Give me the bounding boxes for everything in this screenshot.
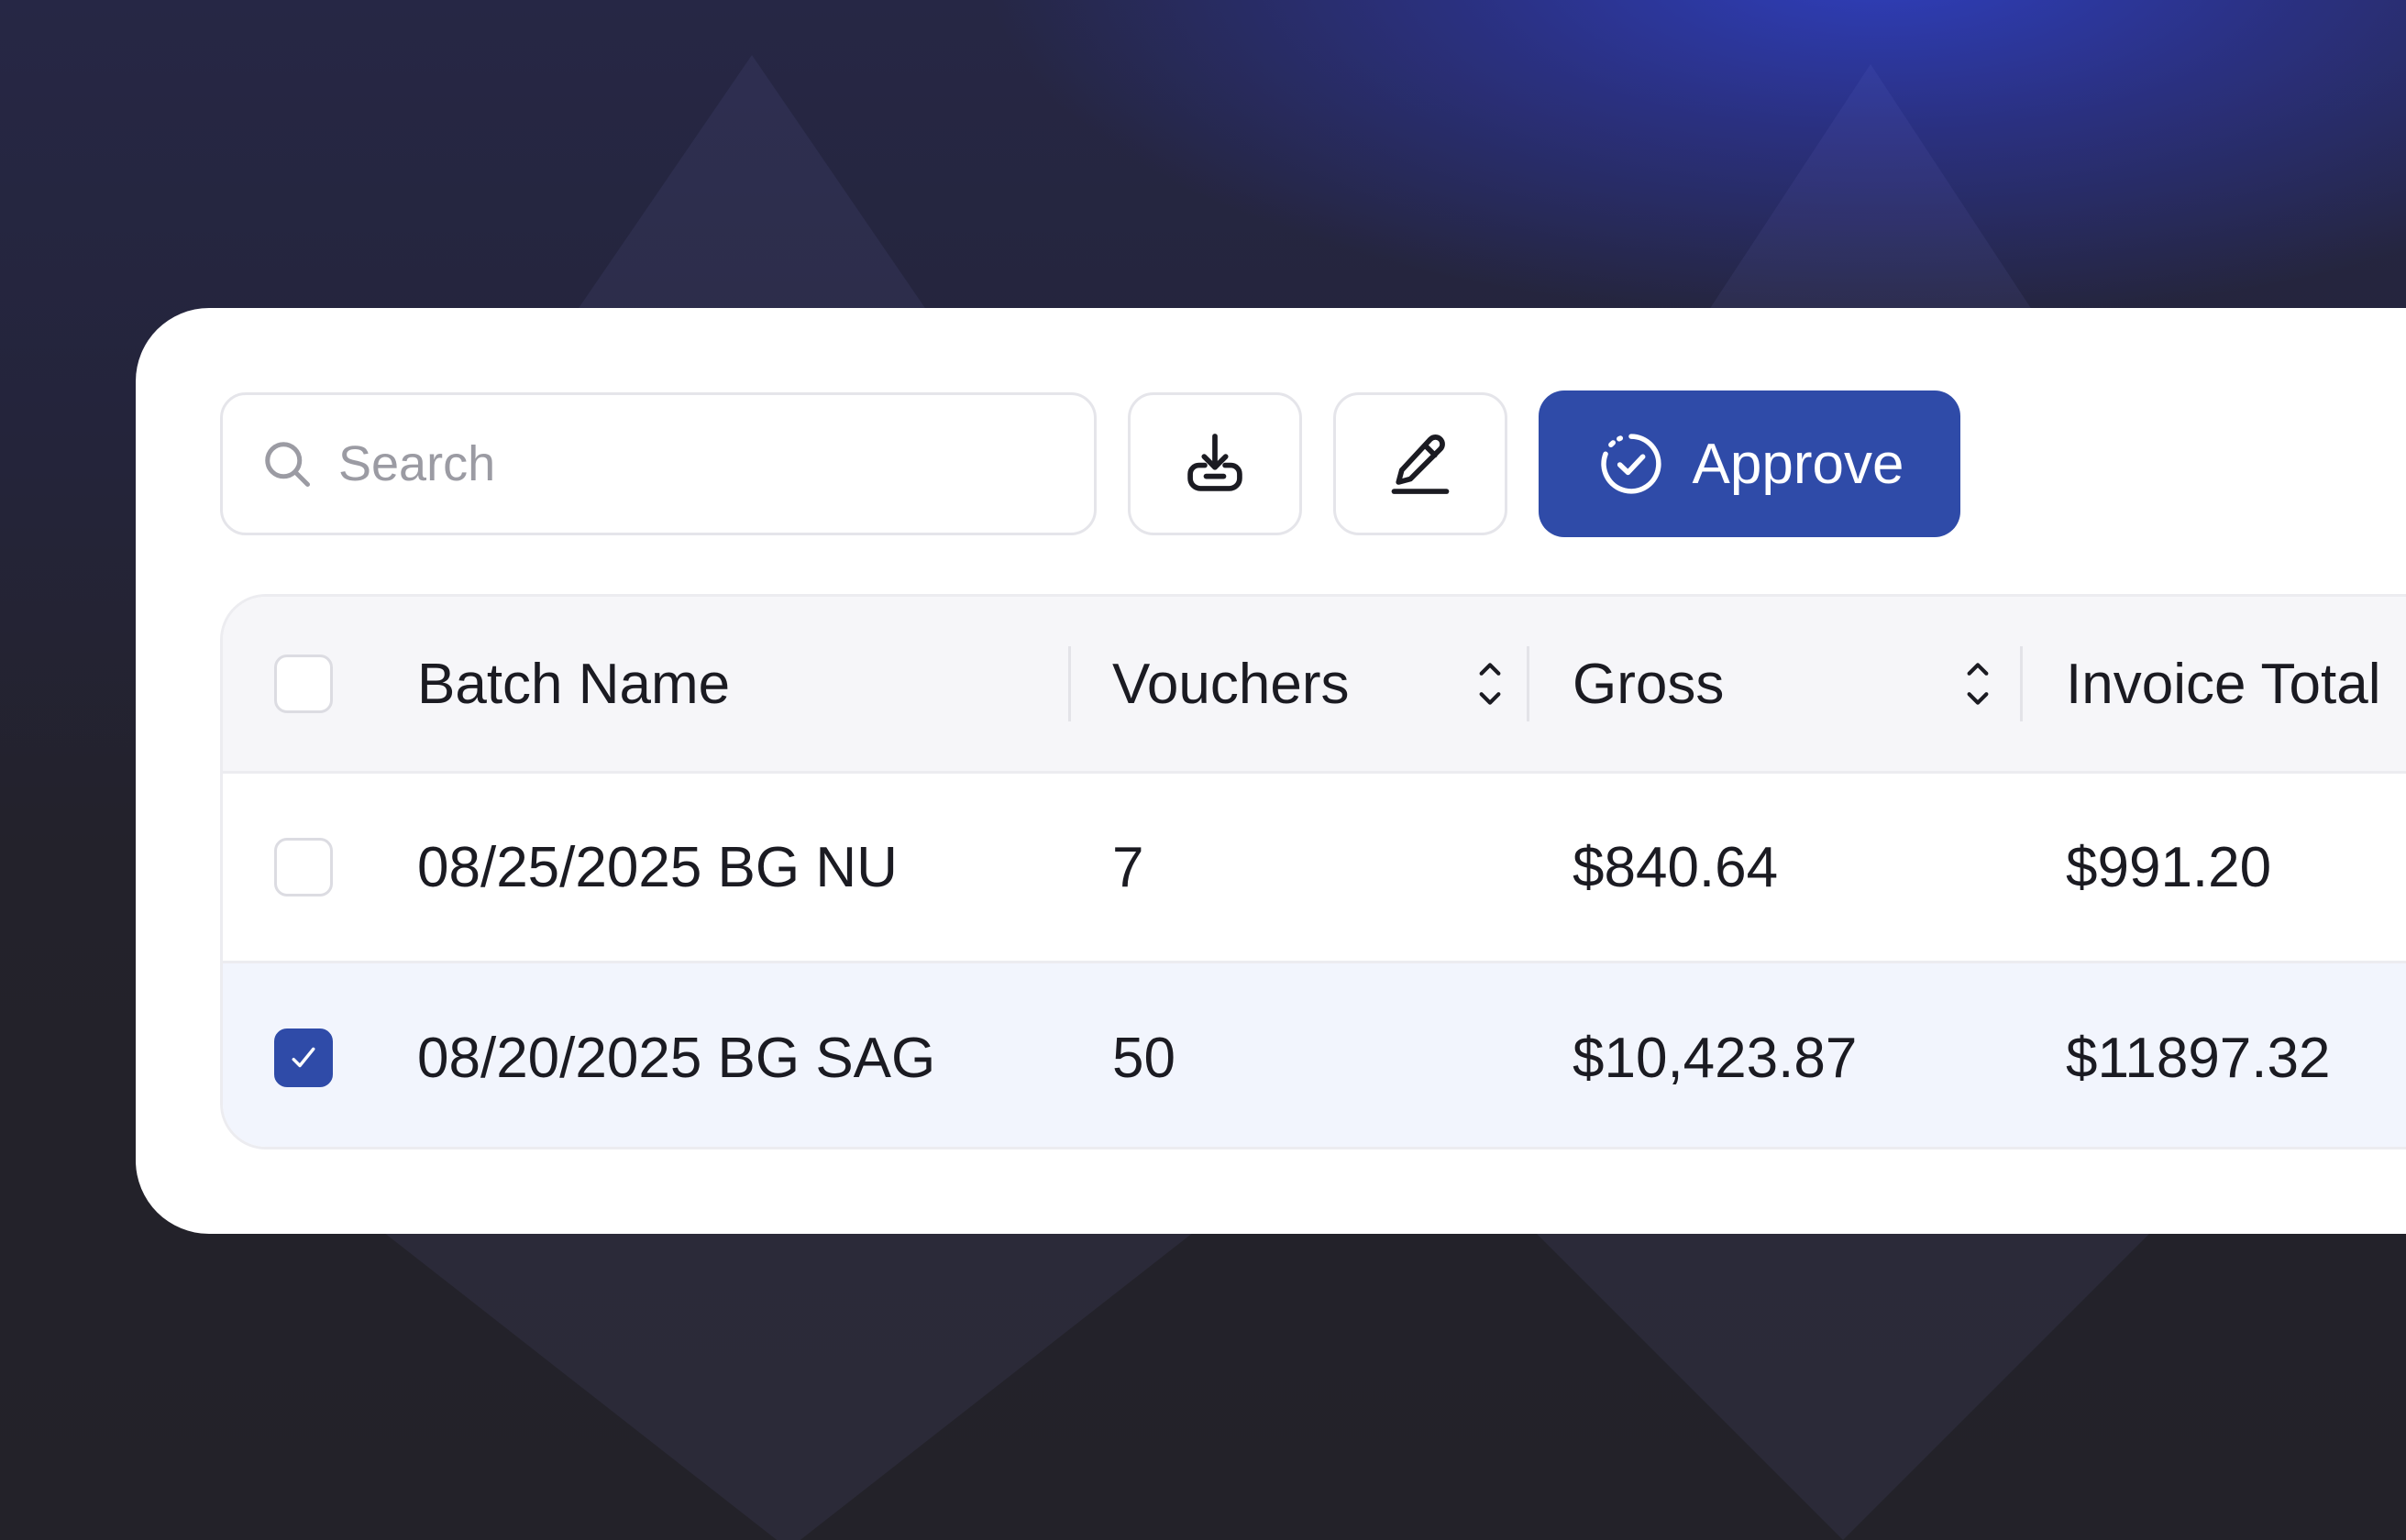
column-header-label: Invoice Total [2066,652,2381,716]
toolbar: Approve [220,390,1960,537]
sort-chevrons-icon[interactable] [1472,656,1508,711]
pencil-underline-icon [1385,429,1455,499]
checkmark-icon [288,1042,319,1073]
approve-label: Approve [1692,432,1904,496]
vouchers-cell: 7 [1112,835,1144,899]
batch-name-cell: 08/20/2025 BG SAG [417,1026,936,1090]
edit-button[interactable] [1333,392,1507,535]
batch-table: Batch Name Vouchers Gross Invoice Total … [220,594,2406,1150]
background-shape [1513,1210,2173,1540]
vouchers-cell: 50 [1112,1026,1175,1090]
sort-chevrons-icon[interactable] [1959,656,1996,711]
batch-name-cell: 08/25/2025 BG NU [417,835,898,899]
row-select-cell [274,963,340,1147]
circle-check-icon [1595,428,1667,500]
column-resizer[interactable] [1068,646,1071,721]
search-icon [259,436,315,491]
row-checkbox[interactable] [274,838,333,896]
approve-button[interactable]: Approve [1539,390,1960,537]
column-resizer[interactable] [1527,646,1529,721]
download-tray-icon [1180,429,1250,499]
table-header: Batch Name Vouchers Gross Invoice Total [223,597,2406,774]
batch-panel: Approve Batch Name Vouchers [136,308,2406,1234]
column-header-label: Vouchers [1112,652,1350,716]
column-header-label: Gross [1573,652,1725,716]
row-checkbox[interactable] [274,1028,333,1087]
select-all-cell [274,597,340,771]
gross-cell: $10,423.87 [1573,1026,1858,1090]
column-resizer[interactable] [2020,646,2023,721]
invoice-total-cell: $11897.32 [2066,1026,2331,1090]
table-row[interactable]: 08/25/2025 BG NU 7 $840.64 $991.20 [223,774,2406,963]
export-button[interactable] [1128,392,1302,535]
gross-cell: $840.64 [1573,835,1779,899]
table-row[interactable]: 08/20/2025 BG SAG 50 $10,423.87 $11897.3… [223,963,2406,1147]
invoice-total-cell: $991.20 [2066,835,2272,899]
select-all-checkbox[interactable] [274,654,333,713]
column-header-invoice-total[interactable]: Invoice Total [2066,597,2406,771]
column-header-gross[interactable]: Gross [1573,597,2031,771]
search-input[interactable] [337,434,1055,493]
column-header-vouchers[interactable]: Vouchers [1112,597,1543,771]
search-box[interactable] [220,392,1097,535]
row-select-cell [274,774,340,961]
column-header-batch-name[interactable]: Batch Name [417,597,1077,771]
background-shape [367,1219,1210,1540]
column-header-label: Batch Name [417,652,731,716]
